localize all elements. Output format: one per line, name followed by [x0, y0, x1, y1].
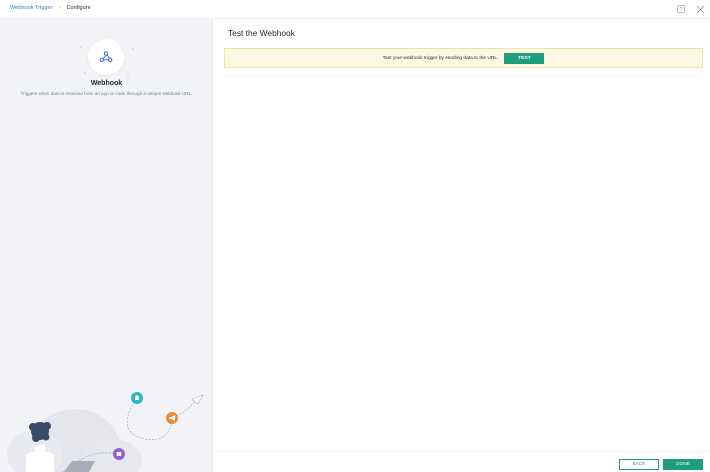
top-bar: Webhook Trigger › Configure	[0, 0, 710, 19]
breadcrumb-configure: Configure	[66, 5, 91, 11]
breadcrumb-webhook-trigger[interactable]: Webhook Trigger	[10, 5, 53, 11]
app-logo	[88, 39, 124, 75]
app-info-panel: Webhook Triggers when data is received f…	[0, 19, 213, 472]
help-square-icon	[677, 5, 685, 13]
integration-illustration	[7, 392, 204, 472]
app-description: Triggers when data is received from an a…	[20, 91, 193, 96]
decorative-dot	[80, 46, 82, 48]
decorative-dot	[127, 74, 129, 76]
close-button[interactable]	[694, 3, 706, 15]
test-button[interactable]: TEST	[504, 52, 545, 64]
breadcrumb: Webhook Trigger › Configure	[10, 5, 91, 11]
webhook-icon	[99, 51, 113, 63]
app-name: Webhook	[90, 80, 123, 87]
done-button[interactable]: DONE	[663, 459, 703, 470]
divider	[224, 76, 703, 77]
help-button[interactable]	[676, 4, 686, 14]
test-banner: Test your webhook trigger by sending dat…	[224, 48, 703, 68]
close-x-icon	[696, 5, 704, 13]
breadcrumb-separator: ›	[58, 5, 61, 11]
decorative-dot	[84, 72, 86, 74]
back-button[interactable]: BACK	[619, 459, 659, 470]
page-title: Test the Webhook	[228, 28, 295, 38]
main-panel: Test the Webhook Test your webhook trigg…	[214, 19, 710, 472]
banner-text: Test your webhook trigger by sending dat…	[382, 55, 499, 61]
footer: BACK DONE	[214, 451, 710, 472]
decorative-dot	[132, 48, 134, 50]
